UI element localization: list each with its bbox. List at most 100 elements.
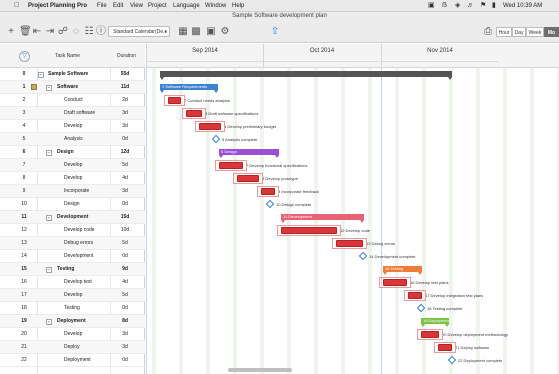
indent-icon[interactable]: ⇥ — [44, 25, 56, 38]
menu-language[interactable]: Language — [173, 0, 200, 12]
task-name-cell[interactable]: Develop — [64, 328, 82, 341]
menu-edit[interactable]: Edit — [113, 0, 123, 12]
collapse-toggle-icon[interactable]: − — [38, 72, 44, 78]
table-row[interactable]: 15 − Testing 9d — [0, 263, 145, 276]
duration-cell[interactable]: 15d — [115, 211, 135, 224]
duration-cell[interactable]: 0d — [115, 302, 135, 315]
table-row[interactable]: 22 Deployment 0d — [0, 354, 145, 367]
collapse-toggle-icon[interactable]: − — [46, 85, 52, 91]
table-row[interactable]: 6 − Design 12d — [0, 146, 145, 159]
table-row[interactable]: 16 Develop test 4d — [0, 276, 145, 289]
duration-cell[interactable]: 12d — [115, 146, 135, 159]
task-name-cell[interactable]: Development — [64, 250, 93, 263]
table-row[interactable]: 2 Conduct 2d — [0, 94, 145, 107]
table-row[interactable]: 12 Develop code 10d — [0, 224, 145, 237]
screen-mirror-icon[interactable]: ▣ — [428, 0, 435, 12]
wifi-icon[interactable]: ◈ — [455, 0, 460, 12]
layout-icon[interactable]: ▩ — [190, 25, 202, 38]
info-icon[interactable]: ⓘ — [95, 25, 107, 38]
battery-icon[interactable]: ▮ — [492, 0, 496, 12]
task-name-cell[interactable]: Incorporate — [64, 185, 89, 198]
calendar-icon[interactable]: ☷ — [83, 25, 95, 38]
task-name-cell[interactable]: Deploy — [64, 341, 80, 354]
collapse-toggle-icon[interactable]: − — [46, 150, 52, 156]
task-name-cell[interactable]: Develop test — [64, 276, 92, 289]
duration-cell[interactable]: 4d — [115, 276, 135, 289]
table-row[interactable]: 3 Draft software 3d — [0, 107, 145, 120]
task-name-cell[interactable]: Testing — [64, 302, 80, 315]
menu-app-name[interactable]: Project Planning Pro — [28, 0, 87, 12]
view-day-button[interactable]: Day — [512, 27, 526, 37]
duration-cell[interactable]: 0d — [115, 133, 135, 146]
deployment-summary-bar[interactable]: 19 Deployment — [421, 318, 450, 327]
testing-summary-bar[interactable]: 15 Testing — [383, 266, 422, 275]
duration-cell[interactable]: 3d — [115, 107, 135, 120]
table-row[interactable]: 1 − Software 11d — [0, 81, 145, 94]
collapse-toggle-icon[interactable]: − — [46, 319, 52, 325]
duration-cell[interactable]: 5d — [115, 159, 135, 172]
table-row[interactable]: 5 Analysis 0d — [0, 133, 145, 146]
table-row[interactable]: 8 Develop 4d — [0, 172, 145, 185]
duration-cell[interactable]: 0d — [115, 354, 135, 367]
column-header-duration[interactable]: Duration — [117, 44, 136, 68]
duration-cell[interactable]: 0d — [115, 250, 135, 263]
table-row[interactable]: 9 Incorporate 3d — [0, 185, 145, 198]
duration-cell[interactable]: 5d — [115, 237, 135, 250]
task-name-cell[interactable]: Sample Software — [48, 68, 88, 81]
duration-cell[interactable]: 4d — [115, 172, 135, 185]
grid-view-icon[interactable]: ▦ — [177, 25, 189, 38]
menu-view[interactable]: View — [130, 0, 143, 12]
column-header-task-name[interactable]: Task Name — [55, 44, 80, 68]
table-row[interactable]: 17 Develop 5d — [0, 289, 145, 302]
task-name-cell[interactable]: Conduct — [64, 94, 83, 107]
menu-file[interactable]: File — [97, 0, 107, 12]
task-name-cell[interactable]: Design — [57, 146, 74, 159]
table-row[interactable]: 20 Develop 3d — [0, 328, 145, 341]
task-name-cell[interactable]: Deployment — [57, 315, 86, 328]
filter-icon[interactable]: ▽ — [19, 51, 30, 62]
duration-cell[interactable]: 2d — [115, 94, 135, 107]
collapse-toggle-icon[interactable]: − — [46, 215, 52, 221]
share-icon[interactable]: ⇧ — [269, 25, 281, 38]
duration-cell[interactable]: 11d — [115, 81, 135, 94]
task-name-cell[interactable]: Debug errors — [64, 237, 93, 250]
table-row[interactable]: 7 Develop 5d — [0, 159, 145, 172]
bluetooth-icon[interactable]: ẞ — [442, 0, 447, 12]
task-name-cell[interactable]: Deployment — [64, 354, 91, 367]
view-week-button[interactable]: Week — [526, 27, 544, 37]
task-name-cell[interactable]: Software — [57, 81, 78, 94]
duration-cell[interactable]: 5d — [115, 289, 135, 302]
duration-cell[interactable]: 3d — [115, 341, 135, 354]
delete-task-icon[interactable]: 🗑 — [19, 25, 32, 38]
task-name-cell[interactable]: Develop — [64, 159, 82, 172]
table-row[interactable]: 21 Deploy 3d — [0, 341, 145, 354]
view-hour-button[interactable]: Hour — [496, 27, 512, 37]
duration-cell[interactable]: 8d — [115, 315, 135, 328]
menu-clock[interactable]: Wed 10:39 AM — [503, 0, 542, 12]
table-row[interactable]: 19 − Deployment 8d — [0, 315, 145, 328]
image-export-icon[interactable]: ▣ — [205, 25, 217, 38]
horizontal-scrollbar[interactable] — [228, 368, 292, 372]
flag-icon[interactable]: ⚑ — [480, 0, 486, 12]
duration-cell[interactable]: 3d — [115, 185, 135, 198]
design-summary-bar[interactable]: 6 Design — [219, 149, 279, 158]
task-name-cell[interactable]: Develop code — [64, 224, 95, 237]
calendar-select[interactable]: Standard Calendar(De... ▾ — [108, 26, 170, 37]
table-row[interactable]: 18 Testing 0d — [0, 302, 145, 315]
table-row[interactable]: 14 Development 0d — [0, 250, 145, 263]
table-row[interactable]: 0 − Sample Software 55d — [0, 68, 145, 81]
apple-logo-icon[interactable]:  — [14, 0, 19, 12]
milestone-diamond[interactable] — [211, 134, 221, 144]
note-icon[interactable] — [31, 84, 37, 90]
volume-icon[interactable]: ♬ — [467, 0, 474, 12]
task-name-cell[interactable]: Design — [64, 198, 80, 211]
zoom-fit-icon[interactable]: ⚙ — [219, 25, 231, 38]
duration-cell[interactable]: 9d — [115, 263, 135, 276]
view-month-button[interactable]: Mo — [544, 27, 559, 37]
duration-cell[interactable]: 3d — [115, 328, 135, 341]
outdent-icon[interactable]: ⇤ — [31, 25, 43, 38]
add-task-icon[interactable]: + — [5, 25, 17, 38]
milestone-diamond[interactable] — [358, 251, 368, 261]
task-name-cell[interactable]: Analysis — [64, 133, 83, 146]
menu-project[interactable]: Project — [148, 0, 167, 12]
